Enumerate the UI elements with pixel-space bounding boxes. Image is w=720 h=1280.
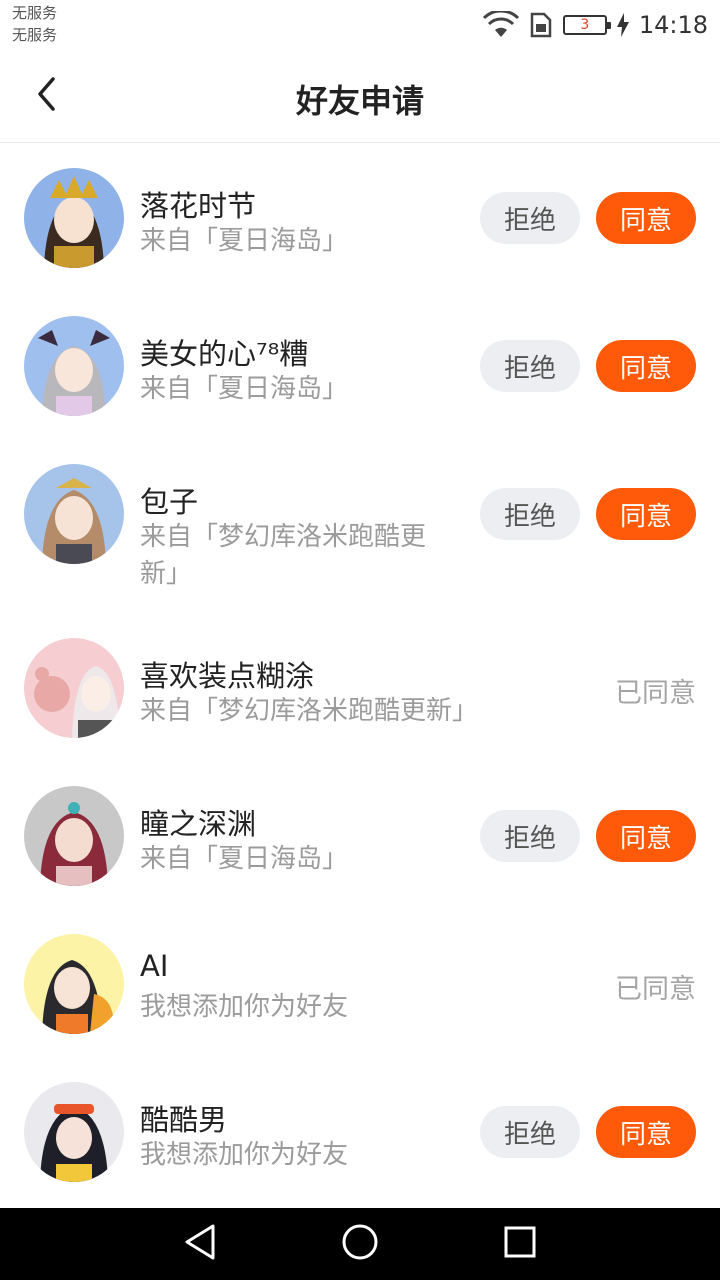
requester-name: AI xyxy=(140,949,169,983)
list-item: 美女的心⁷⁸糟 来自「夏日海岛」 拒绝 同意 xyxy=(0,291,720,439)
accepted-status: 已同意 xyxy=(615,678,696,709)
carrier-label: 无服务 xyxy=(12,4,58,22)
avatar[interactable] xyxy=(24,1082,124,1182)
status-icons: 3 14:18 xyxy=(482,8,708,42)
sim-icon xyxy=(529,12,553,38)
accept-button[interactable]: 同意 xyxy=(596,810,696,862)
accept-button[interactable]: 同意 xyxy=(596,488,696,540)
reject-button[interactable]: 拒绝 xyxy=(480,810,580,862)
list-item: AI 我想添加你为好友 已同意 xyxy=(0,909,720,1057)
reject-button[interactable]: 拒绝 xyxy=(480,192,580,244)
accept-button[interactable]: 同意 xyxy=(596,192,696,244)
requester-name: 落花时节 xyxy=(140,189,257,223)
avatar[interactable] xyxy=(24,464,124,564)
back-triangle-icon xyxy=(182,1223,218,1265)
accept-button[interactable]: 同意 xyxy=(596,1106,696,1158)
request-source: 来自「夏日海岛」 xyxy=(140,844,349,874)
accept-button[interactable]: 同意 xyxy=(596,340,696,392)
requester-name: 酷酷男 xyxy=(140,1103,228,1137)
reject-button[interactable]: 拒绝 xyxy=(480,488,580,540)
requester-name: 喜欢装点糊涂 xyxy=(140,659,315,693)
list-item: 包子 来自「梦幻库洛米跑酷更新」 拒绝 同意 xyxy=(0,439,720,613)
avatar[interactable] xyxy=(24,316,124,416)
list-item: 酷酷男 我想添加你为好友 拒绝 同意 xyxy=(0,1057,720,1205)
avatar[interactable] xyxy=(24,638,124,738)
carrier-label: 无服务 xyxy=(12,26,58,44)
reject-button[interactable]: 拒绝 xyxy=(480,1106,580,1158)
request-source: 来自「夏日海岛」 xyxy=(140,374,349,404)
accepted-status: 已同意 xyxy=(615,974,696,1005)
requester-name: 瞳之深渊 xyxy=(140,807,257,841)
nav-back-button[interactable] xyxy=(176,1220,224,1268)
requester-name: 包子 xyxy=(140,485,199,519)
list-item: 落花时节 来自「夏日海岛」 拒绝 同意 xyxy=(0,143,720,291)
request-source: 来自「梦幻库洛米跑酷更新」 xyxy=(140,522,427,589)
avatar[interactable] xyxy=(24,934,124,1034)
reject-button[interactable]: 拒绝 xyxy=(480,340,580,392)
request-source: 来自「梦幻库洛米跑酷更新」 xyxy=(140,696,479,726)
requester-name: 美女的心⁷⁸糟 xyxy=(140,337,309,371)
wifi-icon xyxy=(482,11,519,39)
nav-recents-button[interactable] xyxy=(496,1220,544,1268)
system-navbar xyxy=(0,1208,720,1280)
home-circle-icon xyxy=(341,1223,379,1265)
battery-icon: 3 xyxy=(562,15,611,35)
status-bar: 无服务 无服务 3 14:18 xyxy=(0,0,720,50)
charging-icon xyxy=(616,13,629,37)
avatar[interactable] xyxy=(24,168,124,268)
battery-level: 3 xyxy=(580,17,590,33)
request-source: 我想添加你为好友 xyxy=(140,992,349,1022)
request-source: 我想添加你为好友 xyxy=(140,1140,349,1170)
clock: 14:18 xyxy=(638,11,708,39)
recents-square-icon xyxy=(503,1225,537,1263)
list-item: 瞳之深渊 来自「夏日海岛」 拒绝 同意 xyxy=(0,761,720,909)
nav-home-button[interactable] xyxy=(336,1220,384,1268)
header: 好友申请 xyxy=(0,50,720,143)
list-item: 喜欢装点糊涂 来自「梦幻库洛米跑酷更新」 已同意 xyxy=(0,613,720,761)
page-title: 好友申请 xyxy=(295,82,424,120)
request-source: 来自「夏日海岛」 xyxy=(140,226,349,256)
avatar[interactable] xyxy=(24,786,124,886)
